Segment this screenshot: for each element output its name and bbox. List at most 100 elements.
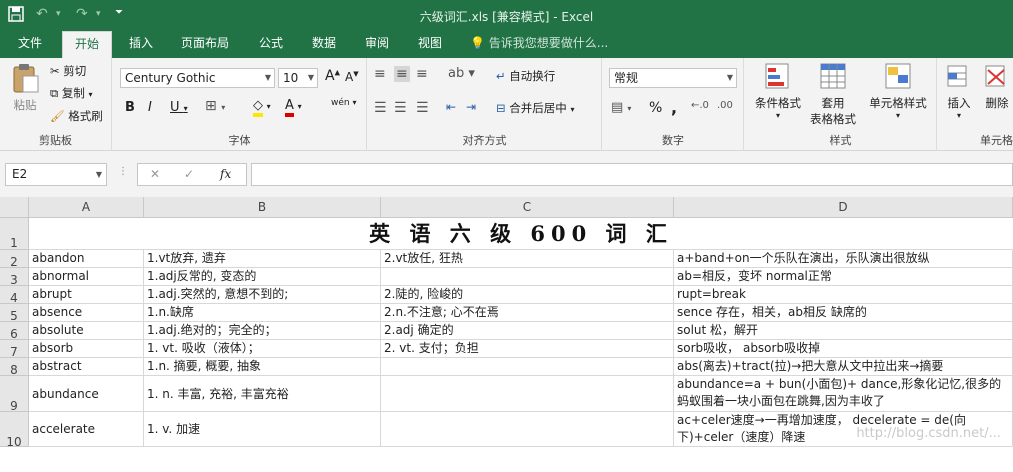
- grow-font-button[interactable]: A▲: [325, 68, 340, 84]
- table-cell[interactable]: 1. vt. 吸收（液体）；: [144, 340, 381, 358]
- table-cell[interactable]: a+band+on一个乐队在演出，乐队演出很放纵: [674, 250, 1013, 268]
- drag-handle-icon[interactable]: ⋮: [118, 166, 128, 177]
- align-right-icon[interactable]: ☰: [416, 100, 429, 116]
- tab-formulas[interactable]: 公式: [250, 31, 292, 58]
- table-cell[interactable]: 2. vt. 支付；负担: [381, 340, 674, 358]
- row-header-5[interactable]: 5: [0, 304, 29, 323]
- table-cell[interactable]: abundance: [29, 376, 144, 412]
- row-header-10[interactable]: 10: [0, 412, 29, 449]
- table-cell[interactable]: accelerate: [29, 412, 144, 447]
- insert-cells-button[interactable]: 插入 ▾: [944, 62, 974, 120]
- table-cell[interactable]: abundance=a + bun(小面包)+ dance,形象化记忆,很多的蚂…: [674, 376, 1013, 412]
- table-cell[interactable]: [381, 376, 674, 412]
- number-format-select[interactable]: 常规 ▼: [609, 68, 737, 88]
- borders-button[interactable]: ⊞ ▾: [205, 98, 225, 114]
- tell-me-box[interactable]: 💡 告诉我您想要做什么...: [470, 31, 608, 56]
- table-cell[interactable]: abandon: [29, 250, 144, 268]
- row-header-3[interactable]: 3: [0, 268, 29, 287]
- phonetic-button[interactable]: wén ▾: [331, 98, 357, 108]
- tab-review[interactable]: 审阅: [356, 31, 398, 58]
- table-cell[interactable]: abrupt: [29, 286, 144, 304]
- increase-decimal-icon[interactable]: ←.0: [691, 100, 709, 111]
- currency-icon[interactable]: ▤ ▾: [611, 100, 631, 115]
- comma-button[interactable]: ,: [671, 98, 677, 117]
- table-cell[interactable]: sence 存在，相关，ab相反 缺席的: [674, 304, 1013, 322]
- font-size-select[interactable]: 10 ▼: [278, 68, 318, 88]
- cut-button[interactable]: ✂ 剪切: [50, 63, 86, 79]
- table-cell[interactable]: [381, 412, 674, 447]
- row-header-6[interactable]: 6: [0, 322, 29, 341]
- tab-home[interactable]: 开始: [62, 31, 112, 59]
- table-cell[interactable]: 2.vt放任, 狂热: [381, 250, 674, 268]
- table-cell[interactable]: 1.n. 摘要, 概要, 抽象: [144, 358, 381, 376]
- bold-button[interactable]: B: [125, 100, 135, 115]
- table-cell[interactable]: 2.adj 确定的: [381, 322, 674, 340]
- table-cell[interactable]: 1.adj.绝对的；完全的；: [144, 322, 381, 340]
- increase-indent-icon[interactable]: ⇥: [466, 100, 476, 114]
- tab-file[interactable]: 文件: [8, 31, 52, 58]
- table-cell[interactable]: 2.陡的, 险峻的: [381, 286, 674, 304]
- format-as-table-button[interactable]: 套用 表格格式: [805, 62, 861, 127]
- table-cell[interactable]: absolute: [29, 322, 144, 340]
- table-cell[interactable]: [381, 268, 674, 286]
- row-header-4[interactable]: 4: [0, 286, 29, 305]
- row-header-2[interactable]: 2: [0, 250, 29, 269]
- cancel-icon[interactable]: ✕: [150, 167, 160, 181]
- cell-styles-button[interactable]: 单元格样式 ▾: [863, 62, 933, 120]
- tab-data[interactable]: 数据: [303, 31, 345, 58]
- wrap-text-button[interactable]: ↵ 自动换行: [496, 68, 555, 84]
- table-cell[interactable]: ab=相反，变坏 normal正常: [674, 268, 1013, 286]
- table-cell[interactable]: 1.vt放弃, 遗弃: [144, 250, 381, 268]
- table-cell[interactable]: 2.n.不注意; 心不在焉: [381, 304, 674, 322]
- format-painter-button[interactable]: 🖌 格式刷: [50, 108, 103, 124]
- table-cell[interactable]: abnormal: [29, 268, 144, 286]
- table-cell[interactable]: abs(离去)+tract(拉)→把大意从文中拉出来→摘要: [674, 358, 1013, 376]
- align-bottom-icon[interactable]: ≡: [416, 66, 428, 82]
- name-box[interactable]: E2 ▼: [5, 163, 107, 186]
- insert-function-icon[interactable]: fx: [220, 167, 231, 181]
- table-cell[interactable]: absorb: [29, 340, 144, 358]
- align-top-icon[interactable]: ≡: [374, 66, 386, 82]
- tab-view[interactable]: 视图: [409, 31, 451, 58]
- merge-center-button[interactable]: ⊟ 合并后居中 ▾: [496, 100, 574, 116]
- align-middle-icon[interactable]: ≡: [394, 66, 410, 82]
- table-cell[interactable]: solut 松，解开: [674, 322, 1013, 340]
- tab-insert[interactable]: 插入: [120, 31, 162, 58]
- table-cell[interactable]: 1. n. 丰富, 充裕, 丰富充裕: [144, 376, 381, 412]
- table-cell[interactable]: 1.n.缺席: [144, 304, 381, 322]
- copy-button[interactable]: ⧉ 复制 ▾: [50, 85, 93, 101]
- table-cell[interactable]: 1.adj.突然的, 意想不到的;: [144, 286, 381, 304]
- decrease-decimal-icon[interactable]: .00: [717, 100, 733, 111]
- conditional-format-button[interactable]: 条件格式 ▾: [751, 62, 805, 120]
- row-header-7[interactable]: 7: [0, 340, 29, 359]
- table-cell[interactable]: absence: [29, 304, 144, 322]
- table-cell[interactable]: sorb吸收， absorb吸收掉: [674, 340, 1013, 358]
- tab-page-layout[interactable]: 页面布局: [172, 31, 238, 58]
- column-header-b[interactable]: B: [144, 197, 381, 218]
- align-center-icon[interactable]: ☰: [394, 100, 407, 116]
- column-header-c[interactable]: C: [381, 197, 674, 218]
- percent-button[interactable]: %: [649, 100, 662, 116]
- sheet-title-cell[interactable]: 英 语 六 级 600 词 汇: [29, 218, 1013, 250]
- italic-button[interactable]: I: [148, 100, 152, 115]
- paste-button[interactable]: 粘贴: [8, 62, 42, 113]
- row-header-8[interactable]: 8: [0, 358, 29, 377]
- table-cell[interactable]: 1.adj反常的, 变态的: [144, 268, 381, 286]
- formula-input[interactable]: [251, 163, 1013, 186]
- fill-color-button[interactable]: ◇ ▾: [253, 98, 271, 117]
- column-header-d[interactable]: D: [674, 197, 1013, 218]
- row-header-9[interactable]: 9: [0, 376, 29, 413]
- font-name-select[interactable]: Century Gothic ▼: [120, 68, 275, 88]
- orientation-icon[interactable]: ab ▾: [448, 66, 475, 81]
- shrink-font-button[interactable]: A▼: [345, 70, 359, 84]
- table-cell[interactable]: [381, 358, 674, 376]
- enter-icon[interactable]: ✓: [184, 167, 194, 181]
- table-cell[interactable]: 1. v. 加速: [144, 412, 381, 447]
- font-color-button[interactable]: A ▾: [285, 98, 302, 117]
- select-all-corner[interactable]: [0, 197, 29, 218]
- table-cell[interactable]: abstract: [29, 358, 144, 376]
- column-header-a[interactable]: A: [29, 197, 144, 218]
- row-header-1[interactable]: 1: [0, 218, 29, 250]
- decrease-indent-icon[interactable]: ⇤: [446, 100, 456, 114]
- underline-button[interactable]: U ▾: [170, 100, 188, 115]
